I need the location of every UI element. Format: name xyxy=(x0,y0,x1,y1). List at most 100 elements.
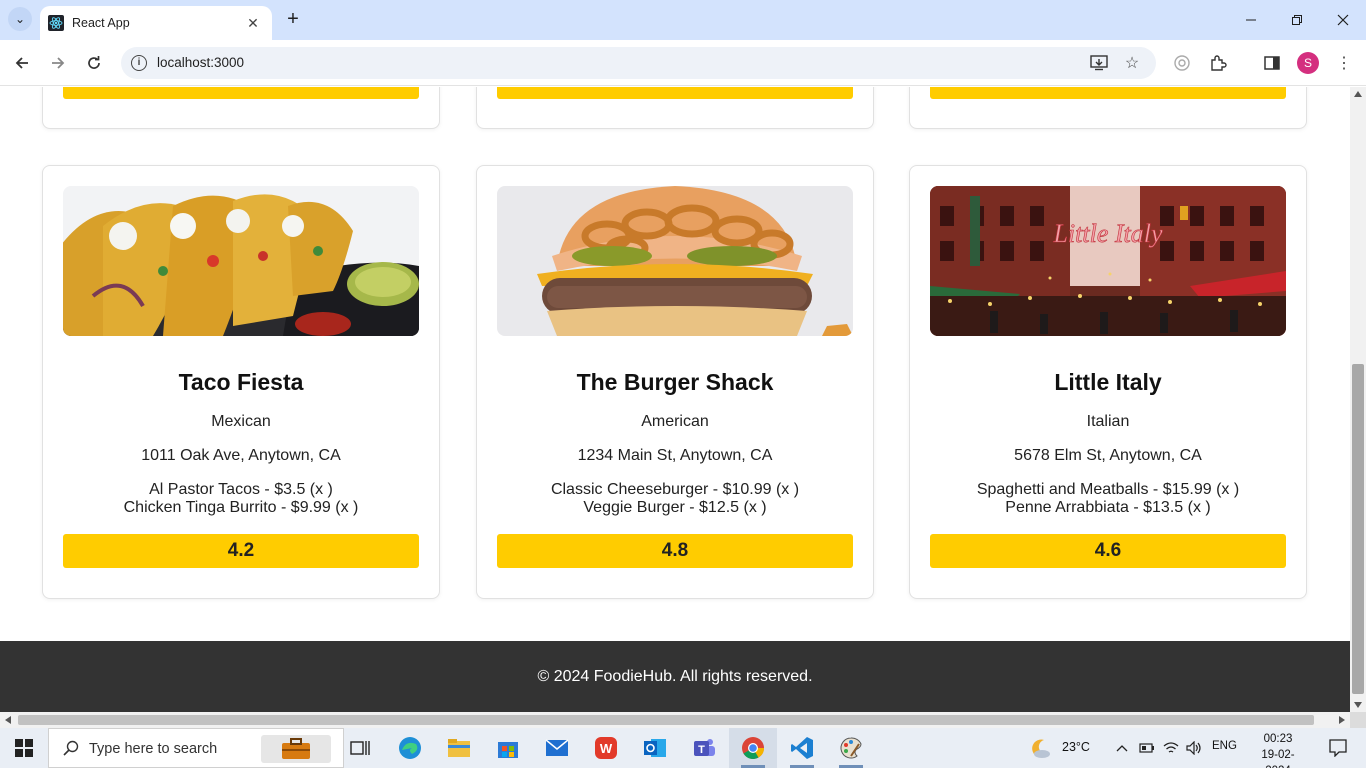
volume-icon[interactable] xyxy=(1183,728,1205,768)
paint-icon[interactable] xyxy=(827,728,875,768)
scroll-up-arrow-icon[interactable] xyxy=(1354,91,1362,97)
minimize-icon xyxy=(1246,19,1256,21)
rating-bar-partial xyxy=(63,87,419,99)
menu-item: Veggie Burger - $12.5 (x ) xyxy=(583,499,767,516)
search-icon xyxy=(63,740,79,756)
react-favicon-icon xyxy=(48,15,64,31)
restaurant-card[interactable]: The Burger Shack American 1234 Main St, … xyxy=(476,165,874,599)
profile-avatar[interactable]: S xyxy=(1297,52,1319,74)
forward-button[interactable] xyxy=(45,50,71,76)
minimize-window-button[interactable] xyxy=(1228,0,1274,40)
restaurant-cuisine: Italian xyxy=(1086,413,1130,430)
wifi-icon[interactable] xyxy=(1160,728,1182,768)
back-button[interactable] xyxy=(9,50,35,76)
chrome-icon[interactable] xyxy=(729,728,777,768)
arrow-left-icon xyxy=(15,57,28,69)
page-footer: © 2024 FoodieHub. All rights reserved. xyxy=(0,641,1350,712)
close-window-button[interactable] xyxy=(1320,0,1366,40)
search-highlight-briefcase-icon[interactable] xyxy=(261,735,331,763)
restaurant-name: The Burger Shack xyxy=(576,369,774,395)
horizontal-scrollbar-thumb[interactable] xyxy=(18,715,1314,725)
rating-badge: 4.8 xyxy=(497,534,853,568)
site-info-icon[interactable]: i xyxy=(131,55,147,71)
close-icon xyxy=(1337,14,1349,26)
windows-logo-icon xyxy=(15,739,33,757)
little-italy-sign-text: Little Italy xyxy=(1052,219,1163,248)
scroll-left-arrow-icon[interactable] xyxy=(5,716,11,724)
rating-bar-partial xyxy=(930,87,1286,99)
weather-temperature[interactable]: 23°C xyxy=(1062,740,1090,754)
weather-moon-icon[interactable] xyxy=(1020,728,1060,768)
scroll-down-arrow-icon[interactable] xyxy=(1354,702,1362,708)
taskbar-clock[interactable]: 00:23 19-02-2024 xyxy=(1250,731,1306,768)
tab-search-dropdown-icon[interactable]: ⌄ xyxy=(8,7,32,31)
windows-taskbar: Type here to search W T 23°C ENG 00:23 1… xyxy=(0,728,1366,768)
extension-puzzle-gray-icon[interactable] xyxy=(1172,53,1192,73)
menu-item: Classic Cheeseburger - $10.99 (x ) xyxy=(550,481,800,498)
restaurant-address: 5678 Elm St, Anytown, CA xyxy=(1014,447,1202,464)
outlook-icon[interactable] xyxy=(631,728,679,768)
search-placeholder: Type here to search xyxy=(89,741,218,757)
rating-badge: 4.6 xyxy=(930,534,1286,568)
notifications-icon[interactable] xyxy=(1318,728,1358,768)
microsoft-store-icon[interactable] xyxy=(484,728,532,768)
restaurant-cuisine: American xyxy=(641,413,709,430)
address-bar[interactable]: i localhost:3000 ☆ xyxy=(121,47,1156,79)
restaurant-name: Little Italy xyxy=(1054,369,1162,395)
browser-tab-react-app[interactable]: React App ✕ xyxy=(40,6,272,40)
footer-copyright: © 2024 FoodieHub. All rights reserved. xyxy=(537,667,813,685)
extensions-icon[interactable] xyxy=(1208,53,1228,73)
restaurant-image-tacos xyxy=(63,186,419,336)
new-tab-button[interactable]: + xyxy=(282,8,304,30)
menu-list: Al Pastor Tacos - $3.5 (x ) Chicken Ting… xyxy=(43,481,439,517)
side-panel-icon[interactable] xyxy=(1262,53,1282,73)
file-explorer-icon[interactable] xyxy=(435,728,483,768)
restaurant-card-partial xyxy=(476,87,874,129)
start-button[interactable] xyxy=(0,728,48,768)
rating-badge: 4.2 xyxy=(63,534,419,568)
bookmark-star-icon[interactable]: ☆ xyxy=(1122,53,1142,73)
rating-bar-partial xyxy=(497,87,853,99)
vertical-scrollbar-thumb[interactable] xyxy=(1352,364,1364,694)
taskbar-search-box[interactable]: Type here to search xyxy=(48,728,344,768)
teams-icon[interactable]: T xyxy=(680,728,728,768)
mail-icon[interactable] xyxy=(533,728,581,768)
menu-item: Penne Arrabbiata - $13.5 (x ) xyxy=(1005,499,1211,516)
vscode-icon[interactable] xyxy=(778,728,826,768)
page-viewport: Taco Fiesta Mexican 1011 Oak Ave, Anytow… xyxy=(0,87,1350,712)
restaurant-card-partial xyxy=(42,87,440,129)
scroll-right-arrow-icon[interactable] xyxy=(1339,716,1345,724)
battery-icon[interactable] xyxy=(1136,728,1158,768)
show-hidden-icons-chevron-icon[interactable] xyxy=(1110,728,1134,768)
wps-office-icon[interactable]: W xyxy=(582,728,630,768)
reload-button[interactable] xyxy=(81,50,107,76)
restaurant-card[interactable]: Taco Fiesta Mexican 1011 Oak Ave, Anytow… xyxy=(42,165,440,599)
tab-title: React App xyxy=(72,16,130,30)
restore-window-button[interactable] xyxy=(1274,0,1320,40)
restaurant-cuisine: Mexican xyxy=(211,413,271,430)
svg-text:T: T xyxy=(698,744,705,756)
reload-icon xyxy=(88,56,100,69)
restaurant-address: 1011 Oak Ave, Anytown, CA xyxy=(141,447,341,464)
browser-menu-icon[interactable]: ⋮ xyxy=(1334,53,1354,73)
svg-text:W: W xyxy=(600,741,613,756)
restaurant-card-partial xyxy=(909,87,1307,129)
edge-browser-icon[interactable] xyxy=(386,728,434,768)
restaurant-card[interactable]: Little Italy Little Italy Italian 5678 E… xyxy=(909,165,1307,599)
menu-item: Spaghetti and Meatballs - $15.99 (x ) xyxy=(976,481,1240,498)
menu-list: Spaghetti and Meatballs - $15.99 (x ) Pe… xyxy=(910,481,1306,517)
restaurant-image-burger xyxy=(497,186,853,336)
restore-icon xyxy=(1292,15,1302,25)
task-view-icon[interactable] xyxy=(336,728,384,768)
address-bar-url: localhost:3000 xyxy=(157,55,245,70)
tab-close-icon[interactable]: ✕ xyxy=(244,15,262,32)
vertical-scrollbar[interactable] xyxy=(1350,87,1366,712)
install-app-icon[interactable] xyxy=(1089,53,1109,73)
menu-item: Chicken Tinga Burrito - $9.99 (x ) xyxy=(123,499,359,516)
clock-time: 00:23 xyxy=(1263,733,1293,745)
horizontal-scrollbar[interactable] xyxy=(0,712,1350,728)
arrow-right-icon xyxy=(52,57,65,69)
scrollbar-corner xyxy=(1350,712,1366,728)
restaurant-image-street: Little Italy xyxy=(930,186,1286,336)
language-indicator[interactable]: ENG xyxy=(1212,740,1237,752)
